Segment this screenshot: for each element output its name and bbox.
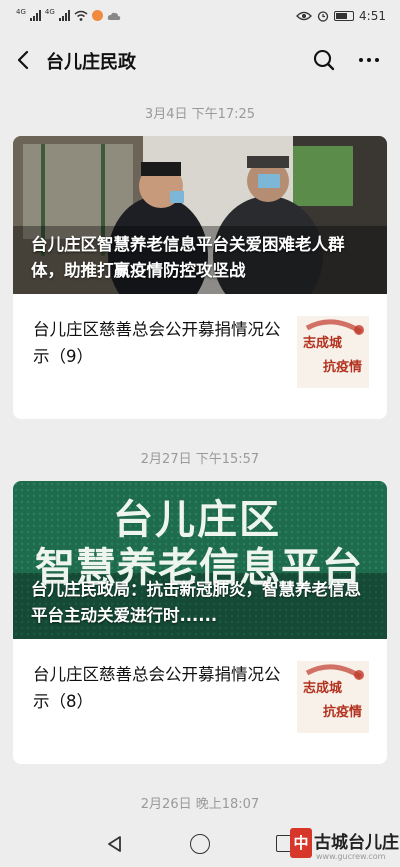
search-icon xyxy=(313,49,335,71)
alarm-icon xyxy=(317,11,329,22)
thumbnail-decoration xyxy=(305,319,364,335)
article-hero-link[interactable]: 台儿庄区智慧养老信息平台关爱困难老人群体，助推打赢疫情防控攻坚战 xyxy=(13,136,387,294)
system-back-button[interactable] xyxy=(105,834,125,854)
battery-icon xyxy=(334,11,355,21)
signal-icon-2 xyxy=(58,10,70,21)
article-hero-link[interactable]: 台儿庄区 智慧养老信息平台 台儿庄民政局：抗击新冠肺炎，智慧养老信息平台主动关爱… xyxy=(13,481,387,639)
message-timestamp: 2月26日 晚上18:07 xyxy=(140,797,260,812)
watermark-logo: 中 xyxy=(290,828,312,858)
message-card: 台儿庄区 智慧养老信息平台 台儿庄民政局：抗击新冠肺炎，智慧养老信息平台主动关爱… xyxy=(13,481,387,764)
article-list-item[interactable]: 台儿庄区慈善总会公开募捐情况公示（9） 志成城 抗疫情 xyxy=(13,294,387,419)
article-thumbnail: 志成城 抗疫情 xyxy=(297,661,369,733)
nav-bar: 台儿庄民政 xyxy=(0,34,400,86)
message-timestamp: 3月4日 下午17:25 xyxy=(144,107,256,122)
more-button[interactable] xyxy=(354,46,384,74)
system-home-button[interactable] xyxy=(190,834,210,854)
back-button[interactable] xyxy=(10,46,38,74)
more-dot-icon xyxy=(359,58,363,62)
triangle-back-icon xyxy=(108,836,121,852)
eye-icon xyxy=(296,11,312,21)
watermark-url: www.gucrew.com xyxy=(316,852,386,861)
network-label-2: 4G xyxy=(44,7,55,16)
more-dot-icon xyxy=(367,58,371,62)
search-button[interactable] xyxy=(310,46,338,74)
watermark-text: 古城台儿庄 xyxy=(314,833,399,853)
watermark: 中 古城台儿庄 www.gucrew.com xyxy=(290,825,399,865)
article-title: 台儿庄区慈善总会公开募捐情况公示（9） xyxy=(33,320,281,366)
cloud-icon xyxy=(107,12,121,20)
status-left: 4G 4G xyxy=(16,7,121,21)
status-bar: 4G 4G 4:51 xyxy=(0,0,400,34)
system-nav-bar: 中 古城台儿庄 www.gucrew.com xyxy=(0,822,400,867)
article-hero-title: 台儿庄民政局：抗击新冠肺炎，智慧养老信息平台主动关爱进行时...... xyxy=(31,580,361,625)
more-dot-icon xyxy=(375,58,379,62)
signal-icon xyxy=(29,10,41,21)
page-title: 台儿庄民政 xyxy=(46,52,136,73)
thumbnail-text-1: 志成城 xyxy=(303,681,343,696)
message-timestamp: 2月27日 下午15:57 xyxy=(140,452,260,467)
article-thumbnail: 志成城 抗疫情 xyxy=(297,316,369,388)
article-list-item[interactable]: 台儿庄区慈善总会公开募捐情况公示（8） 志成城 抗疫情 xyxy=(13,639,387,764)
app-notification-icon xyxy=(91,10,103,21)
chevron-left-icon xyxy=(17,50,29,70)
thumbnail-decoration xyxy=(305,664,364,680)
status-right: 4:51 xyxy=(296,9,386,23)
thumbnail-text-1: 志成城 xyxy=(303,336,343,351)
thumbnail-text-2: 抗疫情 xyxy=(323,360,363,375)
thumbnail-text-2: 抗疫情 xyxy=(323,705,363,720)
network-label-1: 4G xyxy=(16,7,26,16)
article-title: 台儿庄区慈善总会公开募捐情况公示（8） xyxy=(33,665,281,711)
message-card: 台儿庄区智慧养老信息平台关爱困难老人群体，助推打赢疫情防控攻坚战 台儿庄区慈善总… xyxy=(13,136,387,419)
article-hero-title: 台儿庄区智慧养老信息平台关爱困难老人群体，助推打赢疫情防控攻坚战 xyxy=(31,235,345,280)
status-time: 4:51 xyxy=(359,9,386,23)
wifi-icon xyxy=(74,10,88,21)
